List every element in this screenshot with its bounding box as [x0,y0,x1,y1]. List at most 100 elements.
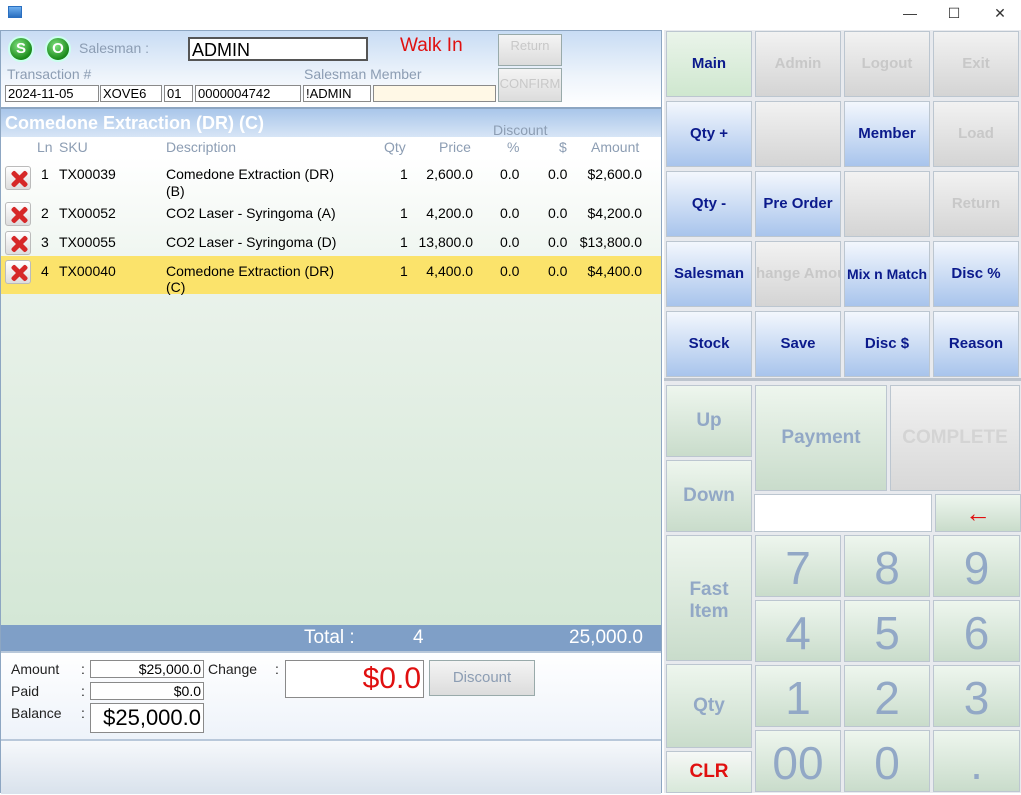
row-description: Comedone Extraction (DR) [166,166,335,182]
row-description: CO2 Laser - Syringoma (D) [166,234,337,250]
key-3[interactable]: 3 [933,665,1020,727]
reason-button[interactable]: Reason [933,311,1019,377]
close-button[interactable]: ✕ [977,0,1021,28]
key-dot[interactable]: . [933,730,1020,792]
disc-dollar-button[interactable]: Disc $ [844,311,930,377]
change-value: $0.0 [285,660,424,698]
salesman-button[interactable]: Salesman [666,241,752,307]
down-button[interactable]: Down [666,460,752,532]
empty-button[interactable] [844,171,930,237]
complete-button[interactable]: COMPLETE [890,385,1020,491]
delete-icon[interactable] [5,260,31,284]
app-icon [8,6,22,18]
total-label: Total : [304,627,355,648]
up-button[interactable]: Up [666,385,752,457]
transaction-number-field[interactable]: 0000004742 [195,85,301,102]
key-8[interactable]: 8 [844,535,930,597]
paid-value: $0.0 [90,682,204,700]
member-name-field[interactable] [373,85,496,102]
member-field[interactable]: !ADMIN [303,85,371,102]
s-status-icon[interactable]: S [8,36,34,62]
salesman-label: Salesman : [79,40,150,56]
admin-button[interactable]: Admin [755,31,841,97]
terminal-field[interactable]: 01 [164,85,193,102]
confirm-button[interactable]: CONFIRM [498,68,562,102]
payment-summary: Amount : $25,000.0 Paid : $0.0 Balance :… [1,651,661,739]
row-discount-pct: 0.0 [500,234,520,250]
total-qty: 4 [413,627,424,648]
clear-button[interactable]: CLR [666,751,752,793]
payment-button[interactable]: Payment [755,385,887,491]
member-button[interactable]: Member [844,101,930,167]
key-1[interactable]: 1 [755,665,841,727]
load-button[interactable]: Load [933,101,1019,167]
store-field[interactable]: XOVE6 [100,85,162,102]
main-button[interactable]: Main [666,31,752,97]
mix-n-match-button[interactable]: Mix n Match [844,241,930,307]
save-button[interactable]: Save [755,311,841,377]
paid-colon: : [81,683,85,699]
amount-value: $25,000.0 [90,660,204,678]
delete-icon[interactable] [5,231,31,255]
key-0[interactable]: 0 [844,730,930,792]
key-6[interactable]: 6 [933,600,1020,662]
change-label: Change [208,661,258,677]
amount-label: Amount [11,661,60,677]
empty-button[interactable] [755,101,841,167]
col-qty: Qty [384,139,406,155]
row-description: CO2 Laser - Syringoma (A) [166,205,336,221]
return-button[interactable]: Return [498,34,562,66]
disc-percent-button[interactable]: Disc % [933,241,1019,307]
delete-icon[interactable] [5,202,31,226]
transaction-panel: S O Salesman : ADMIN Walk In Transaction… [0,30,662,794]
item-list: 1 TX00039 Comedone Extraction (DR) (B) 1… [1,157,661,625]
total-bar: Total : 4 25,000.0 [1,625,661,651]
change-amount-button[interactable]: hange Amou [755,241,841,307]
exit-button[interactable]: Exit [933,31,1019,97]
row-sku: TX00055 [59,234,116,250]
col-ln: Ln [37,139,53,155]
selected-item-name: Comedone Extraction (DR) (C) [5,113,265,133]
change-colon: : [275,661,279,677]
col-discount-pct: % [507,139,520,155]
key-00[interactable]: 00 [755,730,841,792]
row-ln: 3 [41,234,49,250]
row-amount: $2,600.0 [587,166,643,182]
table-row-selected[interactable]: 4 TX00040 Comedone Extraction (DR) (C) 1… [1,256,661,295]
col-price: Price [439,139,471,155]
key-2[interactable]: 2 [844,665,930,727]
stock-button[interactable]: Stock [666,311,752,377]
fast-item-button[interactable]: Fast Item [666,535,752,661]
col-sku: SKU [59,139,88,155]
table-row[interactable]: 2 TX00052 CO2 Laser - Syringoma (A) 1 4,… [1,199,661,227]
row-ln: 2 [41,205,49,221]
logout-button[interactable]: Logout [844,31,930,97]
minimize-button[interactable]: — [887,0,933,28]
salesman-field[interactable]: ADMIN [188,37,368,61]
fast-item-label-1: Fast [689,579,729,600]
return-fn-button[interactable]: Return [933,171,1019,237]
qty-keypad-button[interactable]: Qty [666,664,752,748]
row-description: Comedone Extraction (DR) [166,263,335,279]
row-price: 13,800.0 [418,234,474,250]
key-9[interactable]: 9 [933,535,1020,597]
amount-input[interactable] [754,494,932,532]
balance-label: Balance [11,705,62,721]
key-7[interactable]: 7 [755,535,841,597]
backspace-button[interactable]: ← [935,494,1021,532]
qty-plus-button[interactable]: Qty + [666,101,752,167]
table-row[interactable]: 3 TX00055 CO2 Laser - Syringoma (D) 1 13… [1,228,661,256]
pre-order-button[interactable]: Pre Order [755,171,841,237]
col-description: Description [166,139,237,155]
key-5[interactable]: 5 [844,600,930,662]
maximize-button[interactable]: ☐ [931,0,977,28]
column-headers: Ln SKU Description Qty Price % $ Amount [1,137,661,157]
key-4[interactable]: 4 [755,600,841,662]
table-row[interactable]: 1 TX00039 Comedone Extraction (DR) (B) 1… [1,159,661,199]
delete-icon[interactable] [5,166,31,190]
discount-button[interactable]: Discount [429,660,535,696]
date-field[interactable]: 2024-11-05 [5,85,99,102]
row-price: 4,400.0 [426,263,473,279]
o-status-icon[interactable]: O [45,36,71,62]
qty-minus-button[interactable]: Qty - [666,171,752,237]
